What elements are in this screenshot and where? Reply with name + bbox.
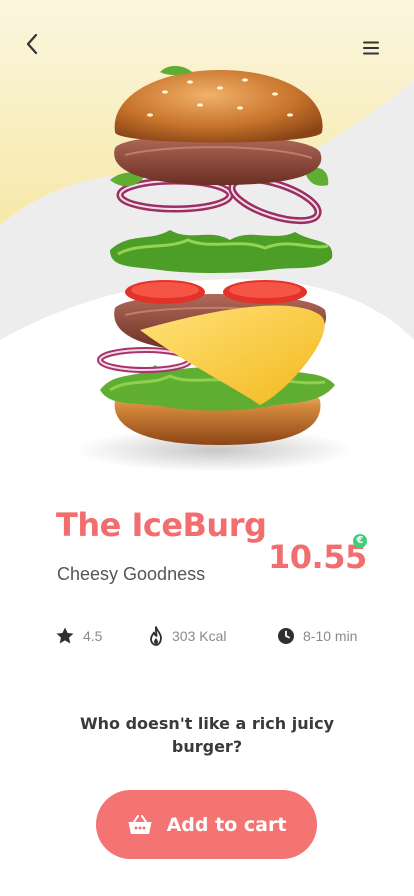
flame-icon <box>150 626 162 646</box>
calories-stat: 303 Kcal <box>148 625 226 647</box>
basket-icon <box>128 814 152 834</box>
time-value: 8-10 min <box>303 628 358 644</box>
clock-icon <box>278 628 294 644</box>
tagline: Who doesn't like a rich juicy burger? <box>80 714 334 756</box>
burger-image <box>75 65 355 472</box>
hamburger-menu-icon <box>363 41 379 55</box>
product-price: 10.55 <box>268 538 367 576</box>
add-to-cart-label: Add to cart <box>166 813 287 836</box>
product-detail-screen: The IceBurg Cheesy Goodness 10.55 € 4.5 … <box>0 0 414 896</box>
rating-stat: 4.5 <box>55 625 102 647</box>
add-to-cart-button[interactable]: Add to cart <box>96 790 317 859</box>
time-stat: 8-10 min <box>277 625 357 647</box>
star-icon <box>56 627 74 644</box>
back-button[interactable] <box>12 24 52 64</box>
product-subtitle: Cheesy Goodness <box>57 564 206 584</box>
rating-value: 4.5 <box>83 628 103 644</box>
product-title: The IceBurg <box>56 506 267 544</box>
calories-value: 303 Kcal <box>172 628 227 644</box>
currency-badge: € <box>353 534 367 548</box>
chevron-left-icon <box>26 33 38 55</box>
